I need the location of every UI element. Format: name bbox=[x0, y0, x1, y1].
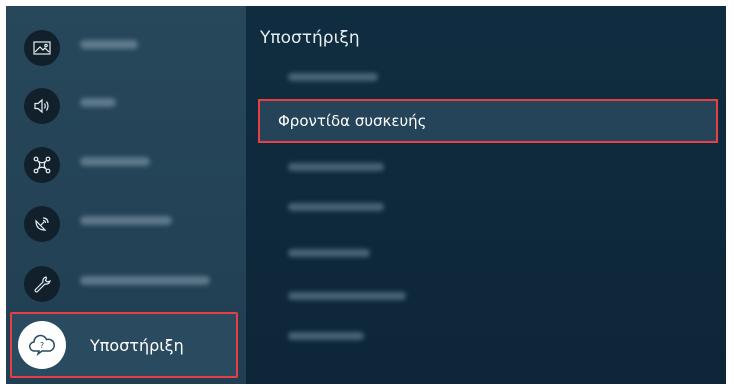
option-blurred[interactable] bbox=[288, 73, 378, 81]
option-blurred[interactable] bbox=[288, 203, 384, 211]
option-device-care-label: Φροντίδα συσκευής bbox=[278, 112, 427, 130]
sidebar-item-label-blurred bbox=[80, 98, 116, 107]
option-blurred[interactable] bbox=[288, 292, 406, 300]
picture-icon bbox=[24, 30, 60, 66]
sidebar-item-sound[interactable] bbox=[6, 78, 246, 134]
tv-settings-screen: ? Υποστήριξη Υποστήριξη Φροντίδα συσκευή… bbox=[6, 6, 726, 384]
sidebar-item-connection[interactable] bbox=[6, 137, 246, 193]
sidebar-item-label-blurred bbox=[80, 276, 210, 285]
support-panel: Υποστήριξη Φροντίδα συσκευής bbox=[246, 6, 726, 384]
sidebar-item-support[interactable]: ? Υποστήριξη bbox=[10, 312, 238, 378]
option-blurred[interactable] bbox=[288, 249, 370, 257]
sidebar-item-label-blurred bbox=[80, 157, 150, 166]
wrench-icon bbox=[24, 266, 60, 302]
broadcasting-icon bbox=[24, 206, 60, 242]
sidebar-item-general[interactable] bbox=[6, 256, 246, 312]
option-device-care[interactable]: Φροντίδα συσκευής bbox=[258, 99, 718, 143]
option-blurred[interactable] bbox=[288, 332, 364, 340]
sound-icon bbox=[24, 88, 60, 124]
sidebar-item-support-label: Υποστήριξη bbox=[90, 336, 184, 355]
sidebar-item-label-blurred bbox=[80, 40, 138, 49]
support-cloud-icon: ? bbox=[18, 321, 66, 369]
svg-text:?: ? bbox=[40, 341, 44, 350]
sidebar-item-label-blurred bbox=[80, 216, 172, 225]
settings-sidebar: ? Υποστήριξη bbox=[6, 6, 246, 384]
sidebar-item-broadcasting[interactable] bbox=[6, 196, 246, 252]
option-blurred[interactable] bbox=[288, 163, 384, 171]
connection-icon bbox=[24, 147, 60, 183]
panel-title: Υποστήριξη bbox=[260, 28, 360, 48]
sidebar-item-picture[interactable] bbox=[6, 20, 246, 76]
